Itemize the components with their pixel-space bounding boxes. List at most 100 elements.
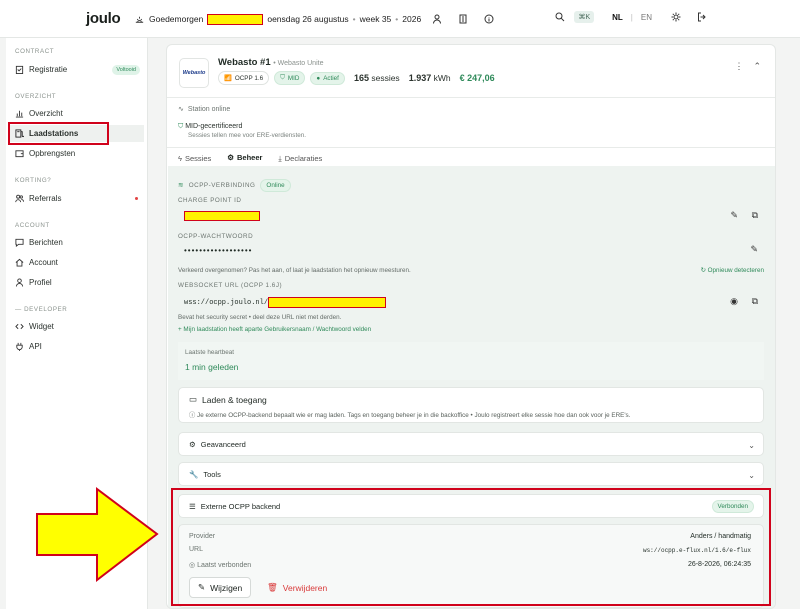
edit-icon[interactable]: ✎	[750, 244, 758, 255]
eye-icon[interactable]: ◉	[730, 296, 738, 307]
highlight-external-backend	[171, 488, 771, 606]
station-name: Webasto #1	[218, 57, 271, 68]
info-icon: ⓘ	[189, 412, 196, 419]
sessions-stat: 165 sessies	[354, 73, 400, 83]
highlight-laadstations	[8, 122, 109, 145]
year-text: 2026	[402, 14, 422, 24]
sun-horizon-icon	[133, 13, 145, 25]
greeting-text: Goedemorgen	[149, 14, 204, 24]
ocpp-password-value: ••••••••••••••••••	[184, 246, 253, 255]
lang-nl[interactable]: NL	[612, 13, 623, 22]
password-help: Verkeerd overgenomen? Pas het aan, of la…	[178, 267, 411, 274]
wifi-icon: 📶	[224, 75, 232, 82]
info-icon[interactable]	[483, 13, 495, 25]
separator-dot: •	[395, 14, 399, 24]
user-icon[interactable]	[431, 13, 443, 25]
search-icon[interactable]	[554, 11, 566, 23]
websocket-url-field: wss://ocpp.joulo.nl/	[184, 297, 387, 308]
sidebar-item-label: Referrals	[29, 194, 62, 203]
logout-icon[interactable]	[696, 11, 708, 23]
download-icon: ⤓	[278, 153, 282, 163]
ocpp-pill: 📶 OCPP 1.6	[218, 71, 270, 85]
card-actions: ⋮ ⌃	[734, 61, 761, 72]
websocket-url-label: WEBSOCKET URL (OCPP 1.6J)	[178, 282, 283, 289]
edit-icon[interactable]: ✎	[730, 210, 738, 221]
clipboard-icon	[15, 65, 24, 74]
more-menu-icon[interactable]: ⋮	[734, 61, 743, 72]
sessions-count: 165	[353, 73, 369, 83]
wrench-icon: 🔧	[189, 470, 199, 479]
sidebar-item-account[interactable]: Account	[10, 254, 144, 271]
app-logo[interactable]: joulo	[86, 10, 121, 27]
wallet-icon	[15, 150, 24, 158]
theme-sun-icon[interactable]	[670, 11, 682, 23]
tools-label: Tools	[203, 470, 221, 479]
separator-dot: •	[352, 14, 356, 24]
redacted-name	[207, 13, 264, 25]
sidebar-item-referrals[interactable]: Referrals	[10, 190, 144, 207]
kwh-value: 1.937	[408, 73, 432, 83]
lang-en[interactable]: EN	[641, 13, 652, 22]
sidebar-item-widget[interactable]: Widget	[10, 318, 144, 335]
annotation-arrow-icon	[36, 487, 159, 582]
station-pills: 📶 OCPP 1.6 ⛉ MID ● Actief 165 sessies 1.937…	[218, 71, 495, 85]
separate-credentials-link[interactable]: + Mijn laadstation heeft aparte Gebruike…	[178, 326, 371, 333]
station-brand-logo: Webasto	[179, 58, 209, 88]
sidebar-item-profiel[interactable]: Profiel	[10, 274, 144, 291]
sidebar-item-label: Profiel	[29, 278, 52, 287]
gear-icon: ⚙	[189, 440, 196, 449]
laden-toegang-text-body: Je externe OCPP-backend bepaalt wie er m…	[197, 412, 631, 419]
tools-title: 🔧 Tools	[189, 470, 221, 479]
sidebar-item-registratie[interactable]: Registratie Voltooid	[10, 61, 144, 78]
tools-section[interactable]: 🔧 Tools ⌄	[178, 462, 764, 486]
sidebar-item-label: Registratie	[29, 65, 68, 74]
ocpp-connection-row: ≋ OCPP-VERBINDING Online	[178, 179, 291, 192]
refresh-icon: ↻	[700, 267, 706, 274]
user-icon	[15, 278, 24, 287]
tab-label: Beheer	[236, 153, 263, 162]
search-shortcut[interactable]: ⌘K	[574, 11, 595, 23]
redetect-label: Opnieuw detecteren	[707, 267, 764, 274]
redetect-link[interactable]: ↻ Opnieuw detecteren	[701, 267, 764, 274]
chevron-down-icon[interactable]: ⌄	[748, 441, 755, 450]
laden-toegang-title-text: Laden & toegang	[202, 394, 267, 405]
kwh-unit: kWh	[433, 73, 451, 83]
plug-icon	[16, 342, 23, 351]
sidebar-item-api[interactable]: API	[10, 338, 144, 355]
building-icon[interactable]	[457, 13, 469, 25]
chevron-up-icon[interactable]: ⌃	[753, 61, 761, 72]
mid-pill-label: MID	[287, 74, 300, 82]
bar-chart-icon	[15, 110, 24, 118]
tab-label: Sessies	[184, 154, 212, 163]
sidebar-item-opbrengsten[interactable]: Opbrengsten	[10, 145, 144, 162]
status-badge: Voltooid	[112, 64, 140, 75]
ocpp-online-badge: Online	[260, 179, 291, 192]
section-developer: — DEVELOPER	[15, 306, 68, 313]
mid-title: ⛉ MID-gecertificeerd	[178, 123, 242, 131]
laden-toegang-card: ▭ Laden & toegang ⓘ Je externe OCPP-back…	[178, 387, 764, 423]
laden-toegang-title: ▭ Laden & toegang	[189, 394, 267, 405]
sidebar-item-overzicht[interactable]: Overzicht	[10, 105, 144, 122]
redacted-charge-point-id	[184, 211, 260, 221]
copy-icon[interactable]: ⧉	[752, 210, 758, 221]
date-text: oensdag 26 augustus	[267, 14, 349, 24]
ocpp-connection-label: OCPP-VERBINDING	[188, 182, 256, 189]
gear-icon: ⚙	[227, 153, 234, 162]
chevron-down-icon[interactable]: ⌄	[748, 471, 755, 480]
heartbeat-box: Laatste heartbeat 1 min geleden	[178, 342, 764, 380]
geavanceerd-section[interactable]: ⚙ Geavanceerd ⌄	[178, 432, 764, 456]
actief-pill: ● Actief	[310, 71, 345, 85]
section-overzicht: OVERZICHT	[15, 93, 57, 100]
sidebar-item-berichten[interactable]: Berichten	[10, 234, 144, 251]
divider	[167, 97, 775, 98]
copy-icon[interactable]: ⧉	[752, 296, 758, 307]
message-icon	[15, 238, 24, 247]
code-icon	[15, 323, 24, 330]
heartbeat-label: Laatste heartbeat	[185, 349, 235, 356]
station-status: ∿ Station online	[178, 105, 230, 114]
top-bar: joulo Goedemorgen oensdag 26 augustus • …	[0, 0, 800, 38]
sidebar-item-label: Berichten	[29, 238, 63, 247]
tab-label: Declaraties	[284, 154, 323, 163]
home-icon	[15, 258, 24, 267]
redacted-url-secret	[268, 297, 387, 308]
